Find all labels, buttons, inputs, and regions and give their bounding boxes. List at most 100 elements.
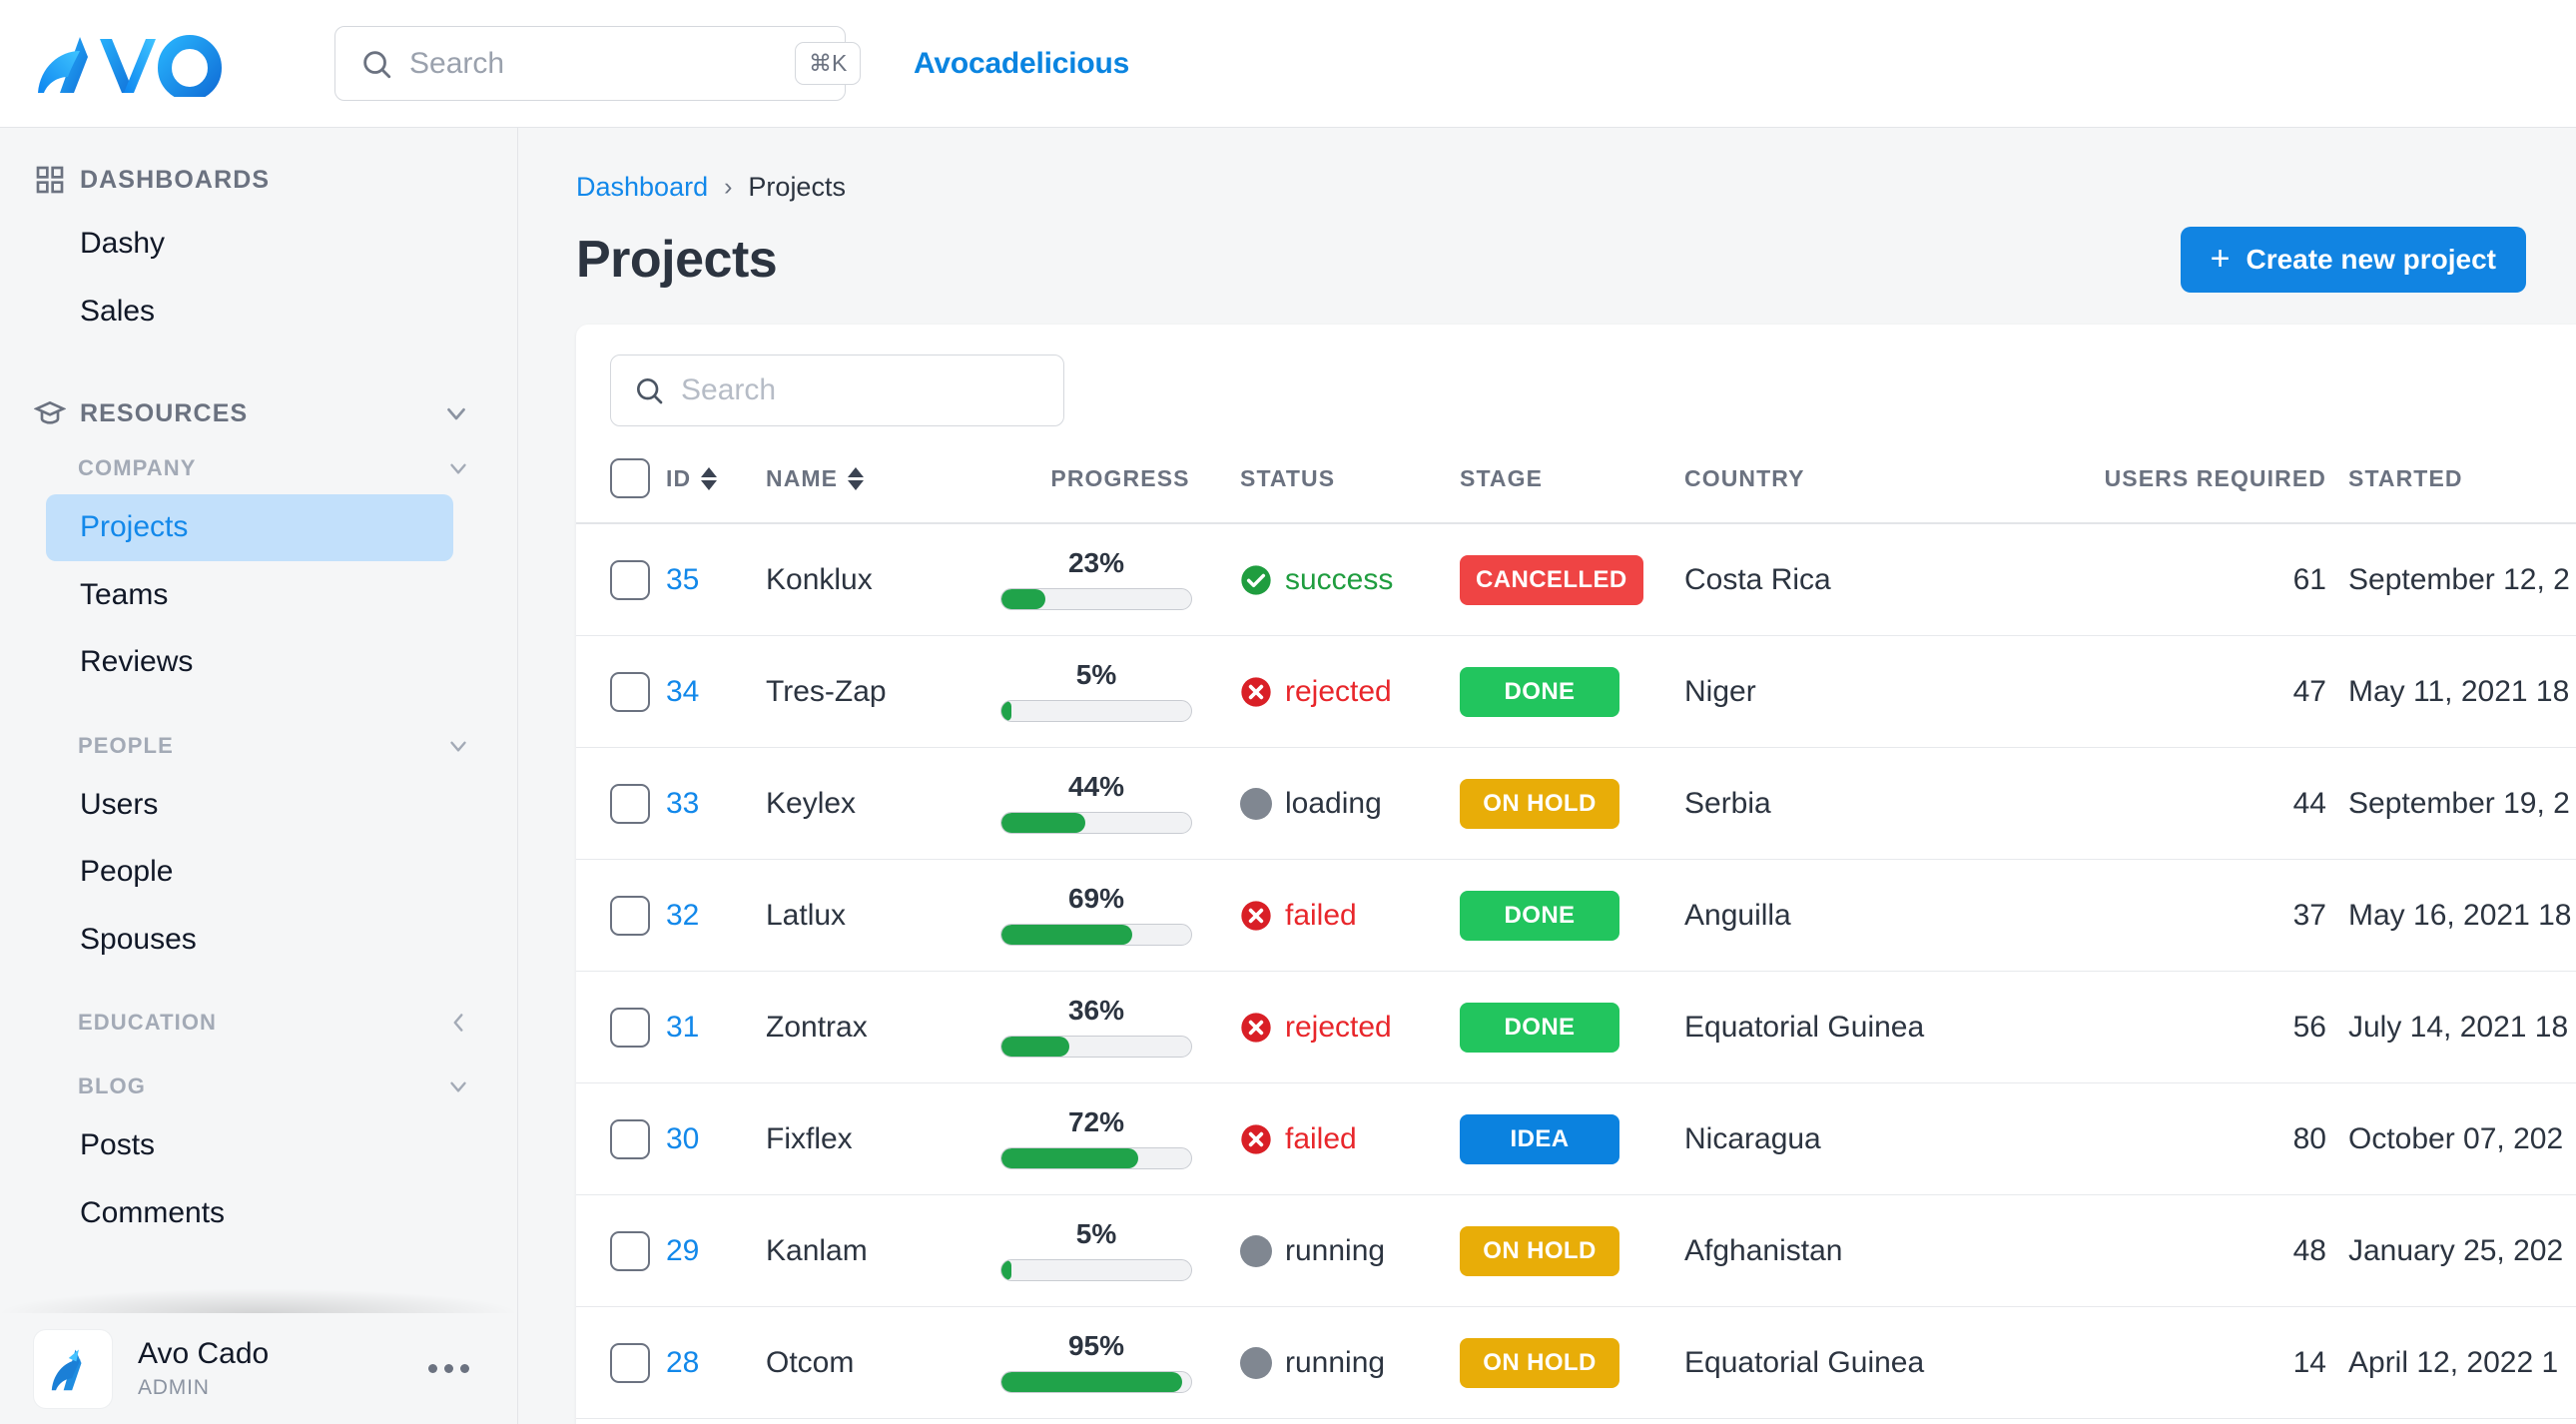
status-label: running (1285, 1234, 1385, 1268)
breadcrumb-dashboard[interactable]: Dashboard (576, 172, 708, 203)
chevron-left-icon[interactable] (445, 1010, 471, 1036)
sidebar-subgroup-people[interactable]: PEOPLE (0, 721, 517, 771)
avo-logo-icon (30, 31, 230, 97)
row-id-cell: 27 (666, 1419, 766, 1424)
sidebar-item-projects[interactable]: Projects (46, 494, 453, 561)
row-checkbox[interactable] (610, 672, 650, 712)
row-id-link[interactable]: 29 (666, 1234, 699, 1267)
sidebar-user-card[interactable]: Avo Cado ADMIN (0, 1313, 517, 1424)
sidebar-item-dashy[interactable]: Dashy (46, 211, 453, 278)
sidebar-item-reviews[interactable]: Reviews (46, 629, 453, 696)
status-badge: running (1240, 1234, 1460, 1268)
table-row[interactable]: 28Otcom95%runningON HOLDEquatorial Guine… (576, 1307, 2576, 1419)
select-all-checkbox[interactable] (610, 458, 650, 498)
table-row[interactable]: 30Fixflex72%failedIDEANicaragua80October… (576, 1083, 2576, 1195)
chevron-down-icon[interactable] (441, 398, 471, 428)
row-progress-cell: 36% (1000, 972, 1240, 1083)
chevron-down-icon[interactable] (445, 455, 471, 481)
sidebar-subgroup-blog[interactable]: BLOG (0, 1062, 517, 1111)
status-badge: loading (1240, 787, 1460, 821)
breadcrumb-separator: › (724, 173, 732, 202)
row-id-link[interactable]: 34 (666, 675, 699, 708)
sidebar-item-spouses[interactable]: Spouses (46, 907, 453, 974)
progress-track (1000, 924, 1192, 946)
status-label: loading (1285, 787, 1382, 821)
sidebar-item-posts[interactable]: Posts (46, 1112, 453, 1179)
table-row[interactable]: 34Tres-Zap5%rejectedDONENiger47May 11, 2… (576, 636, 2576, 748)
table-row[interactable]: 35Konklux23%successCANCELLEDCosta Rica61… (576, 523, 2576, 636)
sidebar: DASHBOARDS Dashy Sales RESOURCES COMPANY (0, 128, 518, 1424)
row-id-link[interactable]: 28 (666, 1346, 699, 1379)
sidebar-item-comments[interactable]: Comments (46, 1180, 453, 1247)
column-status: STATUS (1240, 452, 1460, 523)
sidebar-group-label: RESOURCES (80, 399, 441, 428)
main-content: Dashboard › Projects Projects + Create n… (518, 128, 2576, 1424)
row-progress-cell: 45% (1000, 1419, 1240, 1424)
sidebar-group-label: DASHBOARDS (80, 166, 471, 195)
sort-name-icon[interactable] (848, 467, 864, 490)
column-id[interactable]: ID (666, 452, 766, 523)
table-row[interactable]: 27Opela45%closedON HOLDMartinique96May 0… (576, 1419, 2576, 1424)
sidebar-item-teams[interactable]: Teams (46, 562, 453, 629)
row-id-link[interactable]: 33 (666, 787, 699, 820)
progress-track (1000, 1147, 1192, 1169)
chevron-down-icon[interactable] (445, 1073, 471, 1099)
row-checkbox[interactable] (610, 1231, 650, 1271)
table-row[interactable]: 33Keylex44%loadingON HOLDSerbia44Septemb… (576, 748, 2576, 860)
row-checkbox[interactable] (610, 1119, 650, 1159)
sidebar-item-users[interactable]: Users (46, 772, 453, 839)
row-users-required-cell: 48 (2059, 1195, 2348, 1307)
stage-badge: ON HOLD (1460, 779, 1619, 829)
row-checkbox[interactable] (610, 896, 650, 936)
table-row[interactable]: 32Latlux69%failedDONEAnguilla37May 16, 2… (576, 860, 2576, 972)
sidebar-scroll-area[interactable]: DASHBOARDS Dashy Sales RESOURCES COMPANY (0, 128, 517, 1313)
row-checkbox[interactable] (610, 784, 650, 824)
row-started-cell: May 05, 2021 18 (2348, 1419, 2576, 1424)
column-name-label: NAME (766, 465, 838, 492)
grid-icon (34, 164, 66, 196)
row-name-cell: Tres-Zap (766, 636, 1000, 748)
table-search[interactable] (610, 355, 1064, 426)
table-row[interactable]: 29Kanlam5%runningON HOLDAfghanistan48Jan… (576, 1195, 2576, 1307)
row-id-link[interactable]: 30 (666, 1122, 699, 1155)
progress-bar: 23% (1000, 549, 1192, 610)
app-logo[interactable] (0, 31, 290, 97)
row-progress-cell: 69% (1000, 860, 1240, 972)
row-select-cell (576, 972, 666, 1083)
row-id-cell: 33 (666, 748, 766, 860)
status-label: rejected (1285, 675, 1392, 709)
sort-id-icon[interactable] (701, 467, 717, 490)
ellipsis-icon[interactable] (428, 1364, 483, 1373)
global-search-input[interactable] (409, 47, 795, 81)
row-checkbox[interactable] (610, 1343, 650, 1383)
avo-avatar-icon (45, 1341, 101, 1397)
chevron-down-icon[interactable] (445, 733, 471, 759)
sidebar-item-people[interactable]: People (46, 839, 453, 906)
row-id-link[interactable]: 35 (666, 563, 699, 596)
sidebar-spacer (0, 1048, 517, 1062)
sidebar-subgroup-company[interactable]: COMPANY (0, 443, 517, 493)
row-select-cell (576, 1195, 666, 1307)
table-search-input[interactable] (681, 373, 1066, 407)
sidebar-item-sales[interactable]: Sales (46, 279, 453, 346)
sidebar-group-resources[interactable]: RESOURCES (0, 383, 517, 443)
progress-label: 36% (1000, 997, 1192, 1025)
create-new-project-button[interactable]: + Create new project (2181, 227, 2526, 293)
row-checkbox[interactable] (610, 1008, 650, 1048)
sidebar-spacer (0, 974, 517, 998)
row-checkbox[interactable] (610, 560, 650, 600)
row-id-link[interactable]: 31 (666, 1011, 699, 1044)
column-progress: PROGRESS (1000, 452, 1240, 523)
column-stage: STAGE (1460, 452, 1684, 523)
sidebar-group-dashboards[interactable]: DASHBOARDS (0, 150, 517, 210)
sidebar-subgroup-education[interactable]: EDUCATION (0, 998, 517, 1048)
column-name[interactable]: NAME (766, 452, 1000, 523)
row-id-link[interactable]: 32 (666, 899, 699, 932)
page-title: Projects (576, 230, 2181, 290)
organization-name[interactable]: Avocadelicious (914, 47, 1129, 81)
row-stage-cell: DONE (1460, 972, 1684, 1083)
global-search[interactable]: ⌘K (334, 26, 846, 101)
row-started-cell: May 16, 2021 18 (2348, 860, 2576, 972)
table-row[interactable]: 31Zontrax36%rejectedDONEEquatorial Guine… (576, 972, 2576, 1083)
row-name-cell: Zontrax (766, 972, 1000, 1083)
